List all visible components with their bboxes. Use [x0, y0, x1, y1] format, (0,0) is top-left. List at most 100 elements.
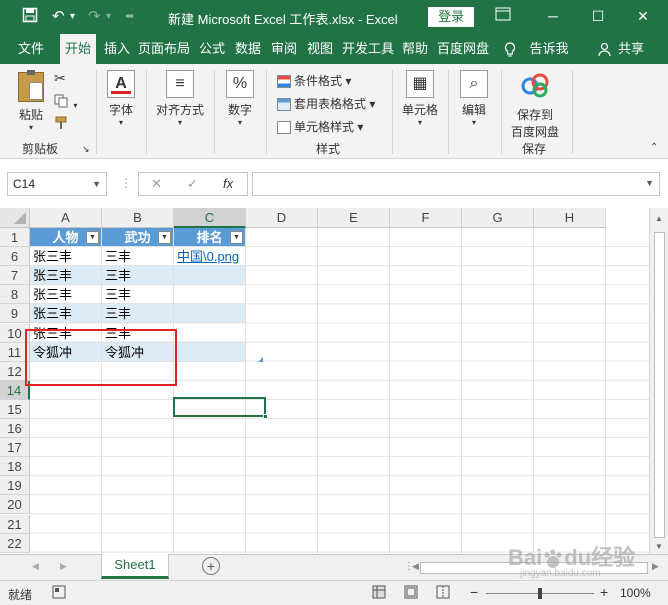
tab-home[interactable]: 开始 — [60, 34, 96, 64]
formula-input[interactable]: ▼ — [252, 172, 660, 196]
tell-me-search[interactable]: 告诉我 — [526, 34, 572, 64]
vertical-scroll-thumb[interactable] — [654, 232, 665, 538]
column-header-d[interactable]: D — [246, 208, 318, 228]
table-cell[interactable]: 张三丰 — [30, 304, 102, 324]
normal-view-icon[interactable] — [372, 585, 386, 602]
name-box[interactable]: C14 ▼ — [7, 172, 107, 196]
tab-insert[interactable]: 插入 — [100, 34, 134, 64]
table-cell[interactable]: 三丰 — [102, 285, 174, 305]
redo-dropdown-icon[interactable]: ▾ — [106, 7, 111, 27]
conditional-formatting-button[interactable]: 条件格式 ▾ — [277, 72, 351, 89]
font-button[interactable]: A 字体 ▾ — [104, 70, 138, 127]
restore-button[interactable]: ☐ — [583, 4, 613, 28]
row-header-7[interactable]: 7 — [0, 266, 30, 286]
zoom-slider-thumb[interactable] — [538, 588, 542, 599]
column-header-f[interactable]: F — [390, 208, 462, 228]
row-header-18[interactable]: 18 — [0, 457, 30, 477]
customize-toolbar-icon[interactable]: ═ — [126, 7, 133, 27]
table-cell[interactable]: 张三丰 — [30, 247, 102, 267]
save-icon[interactable] — [22, 7, 38, 29]
ribbon-display-options-icon[interactable] — [488, 4, 518, 28]
column-header-a[interactable]: A — [30, 208, 102, 228]
editing-button[interactable]: ⌕ 编辑 ▾ — [455, 70, 493, 127]
cell-styles-button[interactable]: 单元格样式 ▾ — [277, 118, 363, 135]
clipboard-launcher-icon[interactable]: ↘ — [82, 144, 90, 155]
collapse-ribbon-icon[interactable]: ⌃ — [650, 142, 658, 153]
filter-dropdown-icon[interactable]: ▼ — [158, 231, 171, 244]
table-cell[interactable]: 中国\0.png — [174, 247, 246, 267]
minimize-button[interactable]: ─ — [538, 4, 568, 28]
table-cell[interactable] — [174, 323, 246, 343]
table-header-cell[interactable]: 武功 ▼ — [102, 228, 174, 247]
close-button[interactable]: ✕ — [628, 4, 658, 28]
table-resize-handle[interactable] — [258, 356, 263, 362]
row-header-15[interactable]: 15 — [0, 399, 30, 419]
save-to-baidu-button[interactable]: 保存到 百度网盘 — [506, 72, 564, 140]
number-button[interactable]: % 数字 ▾ — [222, 70, 258, 127]
alignment-button[interactable]: ≡ 对齐方式 ▾ — [152, 70, 208, 127]
tab-help[interactable]: 帮助 — [398, 34, 432, 64]
row-header-17[interactable]: 17 — [0, 438, 30, 458]
scroll-up-icon[interactable]: ▲ — [655, 214, 663, 223]
lightbulb-icon[interactable] — [502, 34, 518, 64]
page-layout-view-icon[interactable] — [404, 585, 418, 602]
macro-record-icon[interactable] — [52, 585, 66, 602]
undo-icon[interactable]: ↶ — [52, 7, 65, 27]
next-sheet-icon[interactable]: ▶ — [60, 561, 67, 572]
select-all-corner[interactable] — [0, 208, 30, 228]
filter-dropdown-icon[interactable]: ▼ — [230, 231, 243, 244]
column-header-c[interactable]: C — [174, 208, 246, 228]
prev-sheet-icon[interactable]: ◀ — [32, 561, 39, 572]
name-box-dropdown-icon[interactable]: ▼ — [92, 173, 101, 195]
column-header-g[interactable]: G — [462, 208, 534, 228]
paste-dropdown-icon[interactable]: ▾ — [14, 123, 48, 132]
table-cell[interactable]: 三丰 — [102, 304, 174, 324]
expand-formula-icon[interactable]: ▼ — [645, 178, 654, 188]
row-header-1[interactable]: 1 — [0, 228, 30, 247]
table-cell[interactable]: 张三丰 — [30, 266, 102, 286]
cut-icon[interactable]: ✂ — [54, 70, 66, 87]
column-header-e[interactable]: E — [318, 208, 390, 228]
zoom-slider[interactable] — [486, 588, 594, 599]
cells-button[interactable]: ▦ 单元格 ▾ — [398, 70, 442, 127]
tab-review[interactable]: 审阅 — [267, 34, 301, 64]
insert-function-icon[interactable]: fx — [223, 176, 233, 191]
table-header-cell[interactable]: 排名 ▼ — [174, 228, 246, 247]
zoom-out-button[interactable]: − — [470, 584, 478, 600]
confirm-icon[interactable]: ✓ — [187, 176, 198, 192]
table-cell[interactable] — [174, 285, 246, 305]
scroll-right-icon[interactable]: ▶ — [652, 561, 659, 572]
column-header-b[interactable]: B — [102, 208, 174, 228]
format-painter-icon[interactable] — [54, 116, 70, 133]
paste-button[interactable]: 粘贴 ▾ — [14, 70, 48, 132]
scroll-down-icon[interactable]: ▼ — [655, 542, 663, 551]
filter-dropdown-icon[interactable]: ▼ — [86, 231, 99, 244]
tab-file[interactable]: 文件 — [10, 34, 52, 64]
redo-icon[interactable]: ↷ — [88, 7, 101, 27]
row-header-8[interactable]: 8 — [0, 285, 30, 305]
table-cell[interactable]: 三丰 — [102, 266, 174, 286]
undo-dropdown-icon[interactable]: ▾ — [70, 7, 75, 27]
tab-baidu-netdisk[interactable]: 百度网盘 — [434, 34, 492, 64]
row-header-9[interactable]: 9 — [0, 304, 30, 324]
add-sheet-icon[interactable]: + — [202, 557, 220, 575]
copy-icon[interactable]: ▾ — [54, 94, 77, 111]
login-button[interactable]: 登录 — [428, 7, 474, 27]
row-header-16[interactable]: 16 — [0, 419, 30, 438]
table-cell[interactable] — [174, 342, 246, 362]
share-button[interactable]: 共享 — [614, 34, 648, 64]
vertical-scrollbar[interactable]: ▲ ▼ — [649, 208, 668, 554]
cancel-icon[interactable]: ✕ — [151, 176, 162, 192]
row-header-22[interactable]: 22 — [0, 533, 30, 553]
tab-formulas[interactable]: 公式 — [195, 34, 229, 64]
fill-handle[interactable] — [263, 414, 268, 419]
table-cell[interactable]: 张三丰 — [30, 285, 102, 305]
zoom-in-button[interactable]: + — [600, 584, 608, 600]
row-header-21[interactable]: 21 — [0, 514, 30, 534]
worksheet-grid[interactable]: ABCDEFGH 1 6 7 8 9 10 11 12 14 15 16 17 18 19 20 21 22 人… — [0, 208, 668, 554]
zoom-level[interactable]: 100% — [620, 586, 651, 600]
person-icon[interactable] — [596, 34, 612, 64]
page-break-view-icon[interactable] — [436, 585, 450, 602]
tab-data[interactable]: 数据 — [231, 34, 265, 64]
tab-page-layout[interactable]: 页面布局 — [136, 34, 192, 64]
